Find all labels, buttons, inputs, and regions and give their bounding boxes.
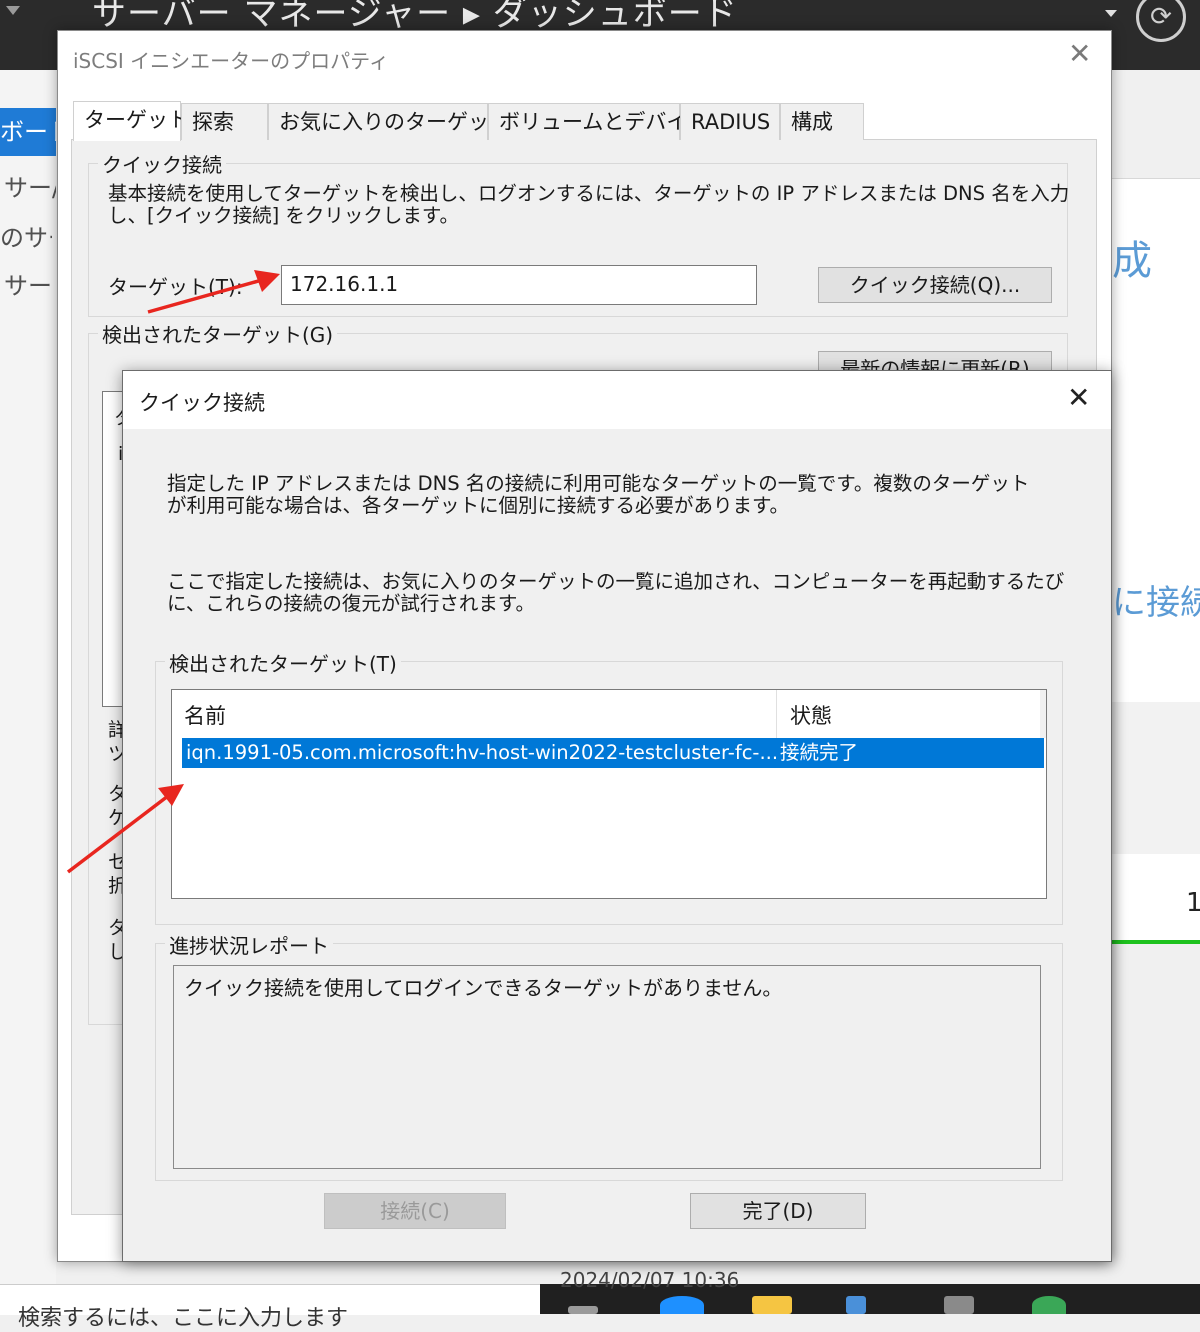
file-explorer-icon[interactable] [752,1296,792,1314]
status-bar-green [1110,940,1200,944]
network-icon[interactable] [1032,1296,1066,1314]
sidebar-item-local-server[interactable]: サー/ [4,168,56,203]
taskbar-date: 2024/02/07 10:36 [560,1268,740,1292]
discovered-targets-group-label: 検出されたターゲット(G) [98,319,338,348]
target-label: ターゲット(T): [108,275,243,299]
column-header-status[interactable]: 状態 [790,700,832,730]
done-button[interactable]: 完了(D) [690,1193,866,1229]
qc-description-1b: が利用可能な場合は、各ターゲットに個別に接続する必要があります。 [167,494,790,517]
close-icon[interactable]: ✕ [1068,37,1091,70]
qc-progress-report: クイック接続を使用してログインできるターゲットがありません。 [173,965,1041,1169]
sidebar-item-all-servers[interactable]: のサー/ [0,218,52,253]
tab-discovery[interactable]: 探索 [181,103,268,140]
row-status: 接続完了 [780,741,859,764]
sidebar-item-services[interactable]: サービ [4,266,56,301]
column-divider[interactable] [776,690,777,738]
connect-link-fragment[interactable]: に接続 [1112,575,1200,624]
back-caret-icon[interactable] [6,6,20,15]
tab-configuration[interactable]: 構成 [780,103,864,140]
dashboard-heading-fragment: 成 [1112,238,1152,284]
tab-radius[interactable]: RADIUS [680,103,780,140]
qc-progress-group-label: 進捗状況レポート [165,930,333,959]
quick-connect-group-label: クイック接続 [98,149,226,178]
edge-icon[interactable] [660,1296,704,1314]
tab-volumes-devices[interactable]: ボリュームとデバイス [488,103,708,140]
qc-description-2: ここで指定した接続は、お気に入りのターゲットの一覧に追加され、コンピューターを再… [167,570,1065,593]
header-spacer [1040,690,1046,738]
settings-icon[interactable] [944,1296,974,1314]
row-name: iqn.1991-05.com.microsoft:hv-host-win202… [186,741,779,764]
qc-discovered-group-label: 検出されたターゲット(T) [165,648,401,677]
target-input[interactable]: 172.16.1.1 [281,265,757,305]
search-placeholder: 検索するには、ここに入力します [18,1306,349,1331]
progress-text: クイック接続を使用してログインできるターゲットがありません。 [184,976,783,1000]
quick-connect-button[interactable]: クイック接続(Q)... [818,267,1052,303]
tab-favorite-targets[interactable]: お気に入りのターゲット [268,103,510,140]
dropdown-arrow-icon[interactable] [1105,10,1117,17]
quick-connect-description: 基本接続を使用してターゲットを検出し、ログオンするには、ターゲットの IP アド… [108,182,1070,205]
dashboard-panel-band [1110,702,1200,854]
tile-count: 1 [1186,888,1200,918]
server-manager-icon[interactable] [846,1296,866,1314]
close-icon[interactable]: ✕ [1067,381,1090,414]
table-row[interactable]: iqn.1991-05.com.microsoft:hv-host-win202… [182,738,1044,768]
tab-target[interactable]: ターゲット [73,101,189,141]
quick-connect-description-2: し、[クイック接続] をクリックします。 [108,204,459,227]
qc-targets-list[interactable]: 名前 状態 iqn.1991-05.com.microsoft:hv-host-… [171,689,1047,899]
qc-description-2b: に、これらの接続の復元が試行されます。 [167,592,535,615]
quick-connect-titlebar [123,371,1111,429]
dialog-title: iSCSI イニシエーターのプロパティ [73,49,389,73]
column-header-name[interactable]: 名前 [184,700,226,730]
task-view-icon[interactable] [568,1306,598,1314]
connect-button[interactable]: 接続(C) [324,1193,506,1229]
quick-connect-title: クイック接続 [139,391,265,415]
quick-connect-dialog: クイック接続 ✕ 指定した IP アドレスまたは DNS 名の接続に利用可能なタ… [122,370,1112,1262]
sidebar-item-dashboard[interactable]: ボード [0,108,56,156]
qc-description-1: 指定した IP アドレスまたは DNS 名の接続に利用可能なターゲットの一覧です… [167,472,1030,495]
